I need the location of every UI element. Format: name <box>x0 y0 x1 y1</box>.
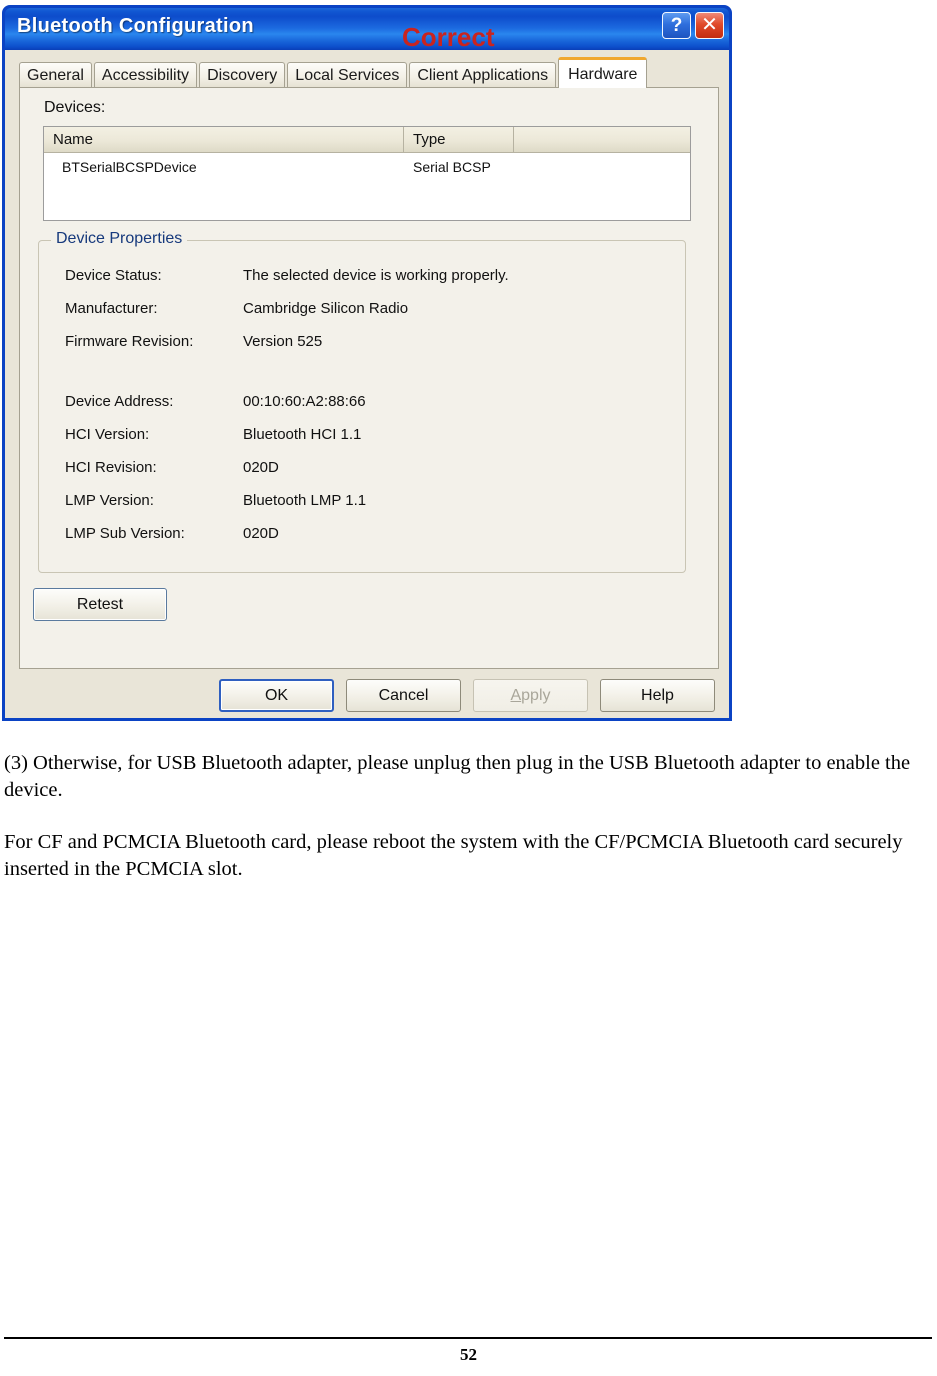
property-value-hci-revision: 020D <box>243 459 279 476</box>
devices-label: Devices: <box>44 99 106 116</box>
dialog-body: General Accessibility Discovery Local Se… <box>5 50 729 718</box>
property-label-device-status: Device Status: <box>65 267 162 284</box>
tab-discovery[interactable]: Discovery <box>199 62 286 87</box>
property-value-lmp-sub-version: 020D <box>243 525 279 542</box>
tab-general[interactable]: General <box>19 62 92 87</box>
correct-annotation: Correct <box>402 22 495 52</box>
device-properties-legend: Device Properties <box>51 230 188 248</box>
apply-button: Apply <box>473 679 588 712</box>
help-glyph: ? <box>670 14 683 36</box>
cancel-button[interactable]: Cancel <box>346 679 461 712</box>
bluetooth-configuration-dialog: Bluetooth Configuration ? ✕ Correct Gene… <box>2 5 732 721</box>
property-label-manufacturer: Manufacturer: <box>65 300 158 317</box>
hardware-tab-panel: Devices: Name Type BTSerialBCSPDevice Se… <box>19 87 719 669</box>
property-label-lmp-version: LMP Version: <box>65 492 154 509</box>
device-name-cell: BTSerialBCSPDevice <box>62 159 197 175</box>
property-value-hci-version: Bluetooth HCI 1.1 <box>243 426 362 443</box>
device-list-header: Name Type <box>44 127 690 153</box>
property-row-firmware-revision: Firmware Revision: Version 525 <box>65 333 322 350</box>
close-icon[interactable]: ✕ <box>695 12 724 39</box>
property-value-firmware-revision: Version 525 <box>243 333 323 350</box>
help-icon[interactable]: ? <box>662 12 691 39</box>
property-row-device-address: Device Address: 00:10:60:A2:88:66 <box>65 393 366 410</box>
device-type-cell: Serial BCSP <box>413 159 491 175</box>
tab-local-services[interactable]: Local Services <box>287 62 408 87</box>
instruction-paragraph-1: (3) Otherwise, for USB Bluetooth adapter… <box>4 752 911 801</box>
apply-accelerator: A <box>510 686 522 704</box>
property-value-device-address: 00:10:60:A2:88:66 <box>243 393 366 410</box>
property-row-lmp-sub-version: LMP Sub Version: 020D <box>65 525 279 542</box>
retest-button[interactable]: Retest <box>33 588 167 621</box>
column-header-extra[interactable] <box>514 127 690 152</box>
column-header-name[interactable]: Name <box>44 127 404 152</box>
property-row-device-status: Device Status: The selected device is wo… <box>65 267 509 284</box>
tab-accessibility[interactable]: Accessibility <box>93 62 198 87</box>
window-title: Bluetooth Configuration <box>17 15 254 37</box>
property-label-firmware-revision: Firmware Revision: <box>65 333 194 350</box>
instruction-paragraph-2: For CF and PCMCIA Bluetooth card, please… <box>4 831 903 880</box>
tab-hardware[interactable]: Hardware <box>558 57 648 88</box>
property-label-hci-version: HCI Version: <box>65 426 150 443</box>
apply-label-rest: pply <box>521 686 551 704</box>
tab-strip: General Accessibility Discovery Local Se… <box>5 57 729 88</box>
property-row-lmp-version: LMP Version: Bluetooth LMP 1.1 <box>65 492 366 509</box>
close-glyph: ✕ <box>701 13 718 36</box>
title-bar[interactable]: Bluetooth Configuration ? ✕ <box>5 8 729 50</box>
device-properties-group: Device Properties Device Status: The sel… <box>38 230 686 573</box>
device-list[interactable]: Name Type BTSerialBCSPDevice Serial BCSP <box>43 126 691 221</box>
property-value-manufacturer: Cambridge Silicon Radio <box>243 300 409 317</box>
page-number: 52 <box>460 1345 477 1364</box>
dialog-button-bar: OK Cancel Apply Help <box>5 679 729 712</box>
ok-button[interactable]: OK <box>219 679 334 712</box>
column-header-type[interactable]: Type <box>404 127 514 152</box>
title-bar-buttons: ? ✕ <box>662 12 724 39</box>
property-label-hci-revision: HCI Revision: <box>65 459 157 476</box>
property-label-device-address: Device Address: <box>65 393 174 410</box>
help-button[interactable]: Help <box>600 679 715 712</box>
footer-divider <box>4 1337 932 1339</box>
property-value-device-status: The selected device is working properly. <box>243 267 509 284</box>
property-value-lmp-version: Bluetooth LMP 1.1 <box>243 492 367 509</box>
property-row-hci-version: HCI Version: Bluetooth HCI 1.1 <box>65 426 361 443</box>
property-row-manufacturer: Manufacturer: Cambridge Silicon Radio <box>65 300 408 317</box>
property-label-lmp-sub-version: LMP Sub Version: <box>65 525 185 542</box>
tab-client-applications[interactable]: Client Applications <box>409 62 557 87</box>
table-row[interactable]: BTSerialBCSPDevice Serial BCSP <box>44 153 690 181</box>
property-row-hci-revision: HCI Revision: 020D <box>65 459 279 476</box>
